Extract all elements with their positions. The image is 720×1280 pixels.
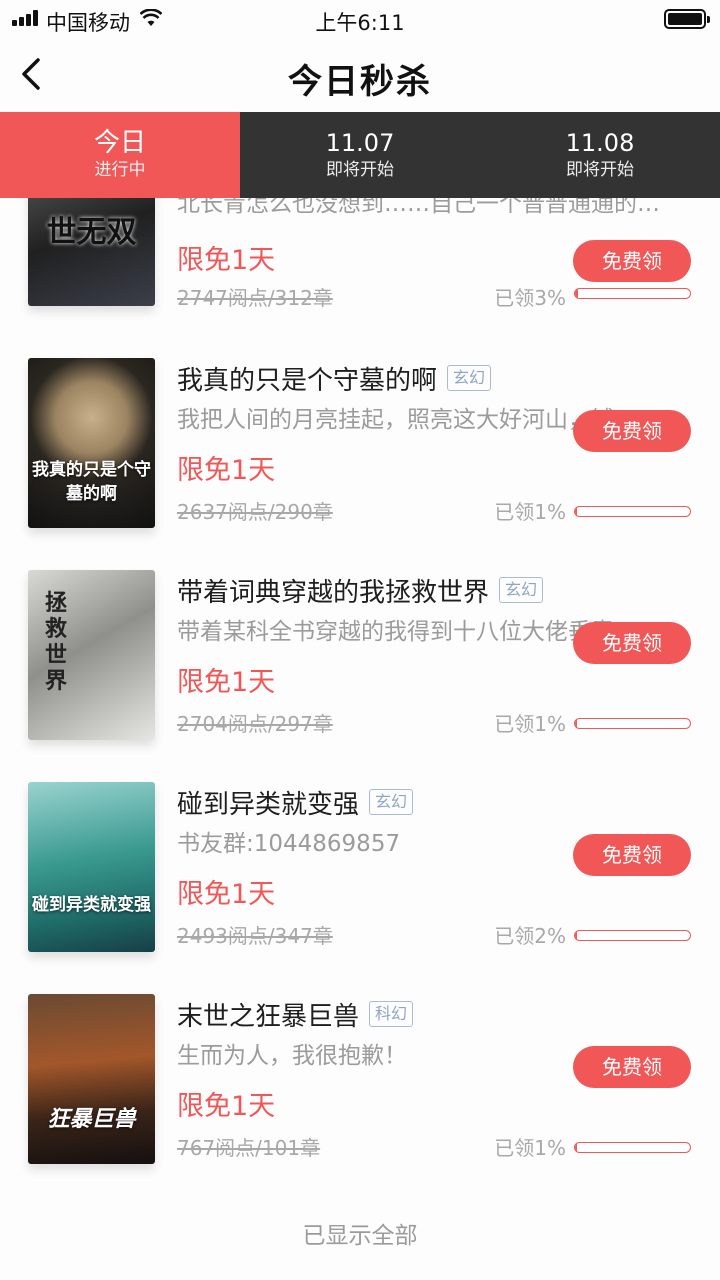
status-bar: 中国移动 上午6:11 xyxy=(0,0,720,40)
claim-progress-fill xyxy=(575,507,578,516)
tab-1107[interactable]: 11.07 即将开始 xyxy=(240,112,480,198)
claimed-percent: 已领2% xyxy=(494,924,566,948)
title-row: 碰到异类就变强 玄幻 xyxy=(177,782,414,822)
book-cover[interactable]: 拯救世界 xyxy=(28,570,155,740)
original-price: 2493阅点/347章 xyxy=(177,924,333,948)
promo-label: 限免1天 xyxy=(177,879,276,910)
genre-tag: 玄幻 xyxy=(499,577,544,603)
book-cover[interactable]: 世无双 xyxy=(28,198,155,306)
tab-today-status: 进行中 xyxy=(94,160,146,180)
free-claim-button[interactable]: 免费领 xyxy=(573,622,691,664)
genre-tag: 玄幻 xyxy=(447,365,492,391)
list-end-label: 已显示全部 xyxy=(302,1223,418,1249)
original-price: 2637阅点/290章 xyxy=(177,500,333,524)
claim-progress-fill xyxy=(575,289,579,298)
claim-progress-fill xyxy=(575,931,578,940)
battery-icon xyxy=(664,9,710,29)
promo-label: 限免1天 xyxy=(177,455,276,486)
book-desc: 北长青怎么也没想到……自己一个普普通通的… xyxy=(177,198,660,217)
free-claim-button[interactable]: 免费领 xyxy=(573,834,691,876)
claim-progress-bar xyxy=(574,288,691,299)
original-price: 767阅点/101章 xyxy=(177,1136,321,1160)
claim-progress-bar xyxy=(574,930,691,941)
tab-today-label: 今日 xyxy=(93,128,146,158)
genre-tag: 科幻 xyxy=(369,1001,414,1027)
claim-progress-bar xyxy=(574,1142,691,1153)
list-item[interactable]: 碰到异类就变强 碰到异类就变强 玄幻 书友群:1044869857 限免1天 2… xyxy=(0,782,720,982)
book-title[interactable]: 我真的只是个守墓的啊 xyxy=(177,360,437,397)
book-title[interactable]: 带着词典穿越的我拯救世界 xyxy=(177,572,489,609)
title-row: 末世之狂暴巨兽 科幻 xyxy=(177,994,414,1034)
book-cover[interactable]: 我真的只是个守墓的啊 xyxy=(28,358,155,528)
genre-tag: 玄幻 xyxy=(369,789,414,815)
book-list[interactable]: 世无双 北长青怎么也没想到……自己一个普普通通的… 限免1天 2747阅点/31… xyxy=(0,198,720,1280)
claimed-percent: 已领1% xyxy=(494,500,566,524)
list-item[interactable]: 狂暴巨兽 末世之狂暴巨兽 科幻 生而为人，我很抱歉！ 限免1天 767阅点/10… xyxy=(0,994,720,1194)
promo-label: 限免1天 xyxy=(177,245,276,276)
tab-today[interactable]: 今日 进行中 xyxy=(0,112,240,198)
claim-progress-fill xyxy=(575,719,578,728)
claim-progress-bar xyxy=(574,506,691,517)
book-title[interactable]: 末世之狂暴巨兽 xyxy=(177,996,359,1033)
book-cover[interactable]: 碰到异类就变强 xyxy=(28,782,155,952)
nav-bar: 今日秒杀 xyxy=(0,40,720,112)
date-tabs: 今日 进行中 11.07 即将开始 11.08 即将开始 xyxy=(0,112,720,198)
promo-label: 限免1天 xyxy=(177,1091,276,1122)
cover-title: 狂暴巨兽 xyxy=(47,1106,136,1132)
book-cover[interactable]: 狂暴巨兽 xyxy=(28,994,155,1164)
list-item[interactable]: 我真的只是个守墓的啊 我真的只是个守墓的啊 玄幻 我把人间的月亮挂起，照亮这大好… xyxy=(0,358,720,558)
free-claim-button[interactable]: 免费领 xyxy=(573,410,691,452)
claim-progress-bar xyxy=(574,718,691,729)
title-row: 带着词典穿越的我拯救世界 玄幻 xyxy=(177,570,544,610)
claim-progress-fill xyxy=(575,1143,578,1152)
cover-title: 我真的只是个守墓的啊 xyxy=(32,460,151,504)
tab-1108-label: 11.08 xyxy=(565,129,635,157)
claimed-percent: 已领1% xyxy=(494,712,566,736)
claimed-percent: 已领3% xyxy=(494,286,566,310)
original-price: 2704阅点/297章 xyxy=(177,712,333,736)
title-row: 我真的只是个守墓的啊 玄幻 xyxy=(177,358,492,398)
tab-1107-label: 11.07 xyxy=(325,129,395,157)
claimed-percent: 已领1% xyxy=(494,1136,566,1160)
tab-1108-status: 即将开始 xyxy=(566,160,634,180)
list-item[interactable]: 拯救世界 带着词典穿越的我拯救世界 玄幻 带着某科全书穿越的我得到十八位大佬垂青… xyxy=(0,570,720,770)
page-title: 今日秒杀 xyxy=(288,62,432,102)
cover-title: 世无双 xyxy=(46,215,137,250)
promo-label: 限免1天 xyxy=(177,667,276,698)
free-claim-button[interactable]: 免费领 xyxy=(573,1046,691,1088)
original-price: 2747阅点/312章 xyxy=(177,286,333,310)
free-claim-button[interactable]: 免费领 xyxy=(573,240,691,282)
book-title[interactable]: 碰到异类就变强 xyxy=(177,784,359,821)
status-time: 上午6:11 xyxy=(315,11,405,35)
cover-title: 碰到异类就变强 xyxy=(32,895,151,915)
tab-1107-status: 即将开始 xyxy=(326,160,394,180)
tab-1108[interactable]: 11.08 即将开始 xyxy=(480,112,720,198)
cover-title: 拯救世界 xyxy=(44,590,67,694)
